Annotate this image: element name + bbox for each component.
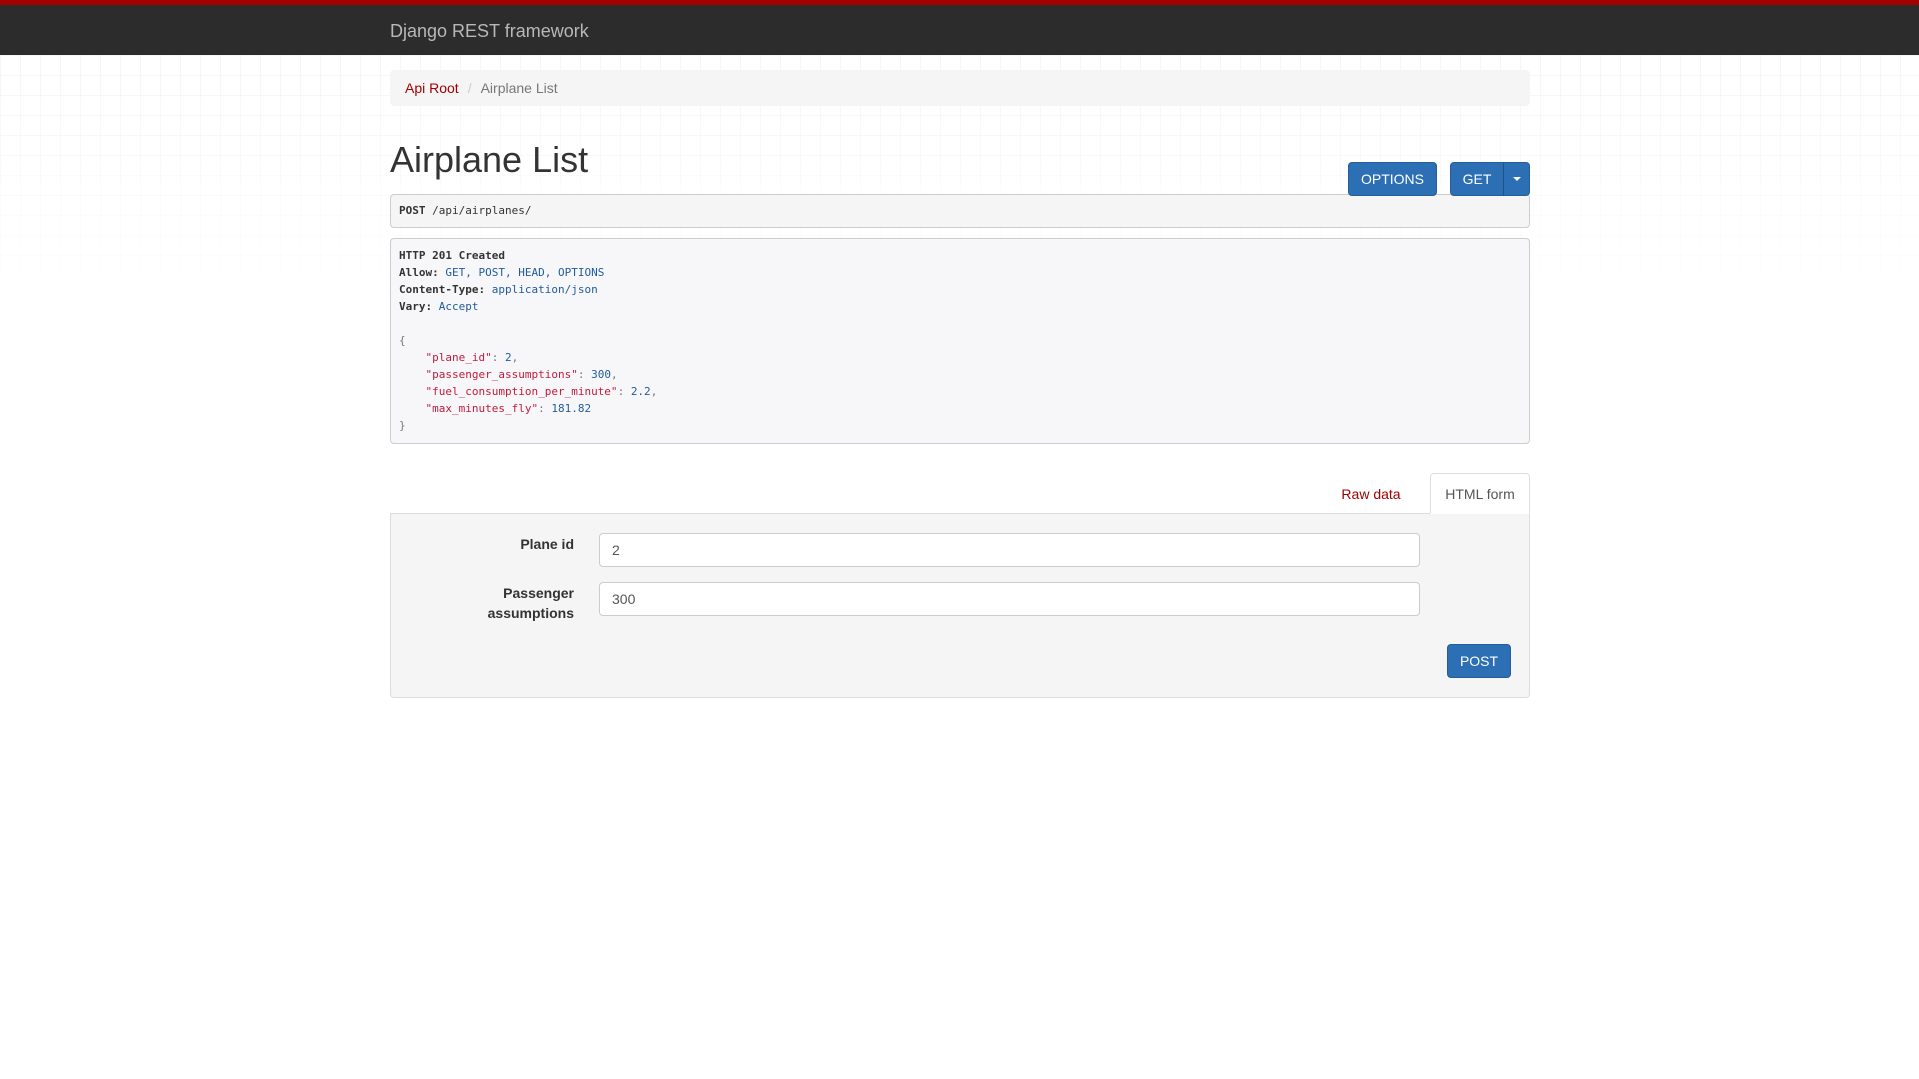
- post-form: Plane id Passenger assumptions POST: [390, 513, 1530, 698]
- tab-raw-data[interactable]: Raw data: [1332, 473, 1410, 514]
- response-header-value: GET, POST, HEAD, OPTIONS: [445, 266, 605, 279]
- json-key: "passenger_assumptions": [425, 368, 578, 381]
- passenger-assumptions-input[interactable]: [599, 582, 1420, 616]
- get-format-dropdown-button[interactable]: [1503, 162, 1530, 196]
- post-button[interactable]: POST: [1447, 644, 1511, 678]
- request-method: POST: [399, 204, 426, 217]
- response-status: HTTP 201 Created: [399, 249, 505, 262]
- json-key: "fuel_consumption_per_minute": [425, 385, 618, 398]
- json-value: 181.82: [551, 402, 592, 415]
- response-header-value: application/json: [491, 283, 598, 296]
- breadcrumb: Api Root / Airplane List: [390, 70, 1530, 106]
- page-header: Airplane List OPTIONS GET: [390, 106, 1530, 196]
- plane-id-input[interactable]: [599, 533, 1420, 567]
- json-key: "max_minutes_fly": [425, 402, 539, 415]
- main-content: Api Root / Airplane List Airplane List O…: [390, 70, 1530, 698]
- json-value: 2.2: [630, 385, 651, 398]
- tab-html-form[interactable]: HTML form: [1430, 473, 1530, 514]
- response-header-key: Vary:: [399, 300, 433, 313]
- json-value: 2: [504, 351, 512, 364]
- caret-down-icon: [1512, 177, 1521, 181]
- breadcrumb-separator: /: [467, 80, 472, 96]
- request-path: /api/airplanes/: [432, 204, 532, 217]
- response-header-value: Accept: [438, 300, 479, 313]
- navbar: Django REST framework: [0, 0, 1919, 55]
- content-tabs: Raw data HTML form: [390, 473, 1530, 514]
- response-header-key: Allow:: [399, 266, 439, 279]
- page-title: Airplane List: [390, 139, 589, 180]
- request-info: POST /api/airplanes/: [390, 194, 1530, 228]
- json-close-brace: }: [399, 419, 406, 432]
- json-value: 300: [591, 368, 611, 381]
- json-open-brace: {: [399, 334, 406, 347]
- breadcrumb-api-root[interactable]: Api Root: [405, 80, 459, 96]
- json-key: "plane_id": [425, 351, 492, 364]
- breadcrumb-current: Airplane List: [480, 80, 558, 96]
- response-header-key: Content-Type:: [399, 283, 486, 296]
- get-button[interactable]: GET: [1450, 162, 1504, 196]
- brand-link[interactable]: Django REST framework: [390, 21, 589, 42]
- plane-id-label: Plane id: [520, 536, 574, 552]
- response-info: HTTP 201 Created Allow: GET, POST, HEAD,…: [390, 238, 1530, 444]
- passenger-assumptions-label: Passenger assumptions: [487, 585, 574, 621]
- options-button[interactable]: OPTIONS: [1348, 162, 1437, 196]
